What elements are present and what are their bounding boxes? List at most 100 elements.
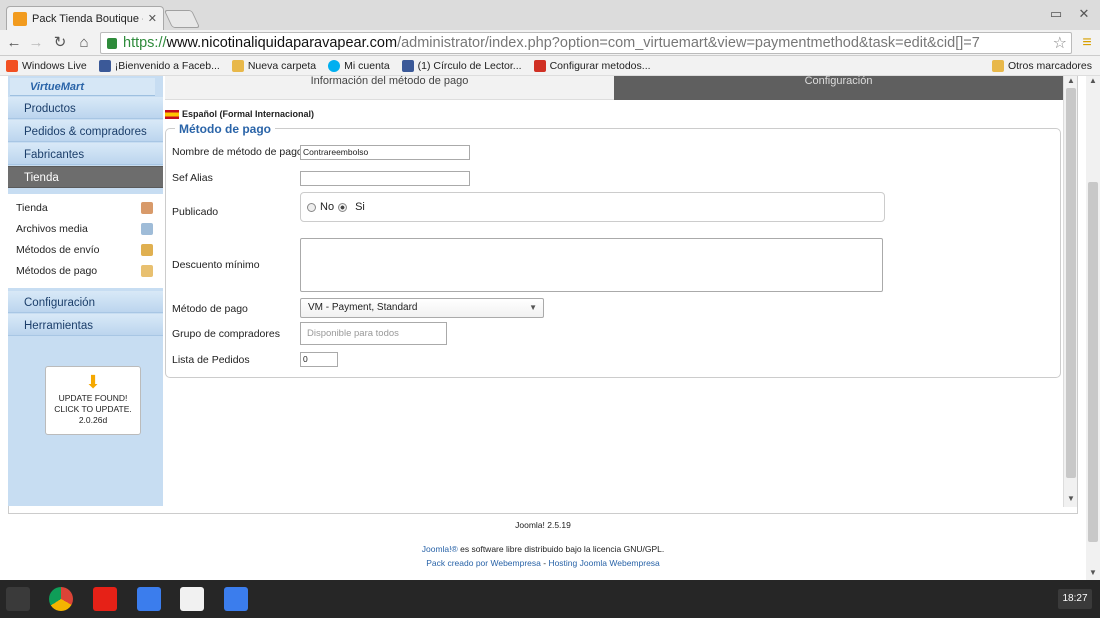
page-scrollbar[interactable]: ▲ ▼ [1086,76,1100,580]
facebook-icon [401,59,414,72]
submenu-item-media[interactable]: Archivos media [16,219,159,240]
url-path: /administrator/index.php?option=com_virt… [397,35,980,51]
forward-icon[interactable]: → [26,33,46,53]
method-select[interactable]: VM - Payment, Standard ▼ [300,298,544,318]
published-no-radio[interactable] [307,202,316,212]
joomla-version: Joomla! 2.5.19 [515,520,571,530]
alias-label: Sef Alias [172,172,213,184]
skype-icon [328,59,341,72]
store-icon [141,202,153,214]
new-tab-button[interactable] [163,10,201,28]
app-launcher-icon[interactable] [6,587,30,611]
tab-configuracion[interactable]: Configuración [614,76,1063,100]
config-tabs: Información del método de pago Configura… [165,76,1063,100]
alias-input[interactable] [300,171,470,186]
joomla-favicon-icon [13,11,27,26]
order-input[interactable]: 0 [300,352,338,367]
browser-tab[interactable]: Pack Tienda Boutique - Ad ✕ [6,6,164,30]
tienda-submenu: Tienda Archivos media Métodos de envío M… [8,194,163,288]
back-icon[interactable]: ← [4,33,24,53]
folder-icon [231,59,244,72]
scroll-up-icon[interactable]: ▲ [1064,76,1078,85]
bookmarks-bar: Windows Live ¡Bienvenido a Faceb... Nuev… [0,56,1100,76]
truck-icon [141,244,153,256]
order-label: Lista de Pedidos [172,354,250,366]
google-icon[interactable] [224,587,248,611]
payment-icon [141,265,153,277]
facebook-icon [98,59,111,72]
license-line: Joomla!® es software libre distribuido b… [421,544,665,554]
scrollbar-thumb[interactable] [1066,88,1076,478]
tab-title: Pack Tienda Boutique - Ad [32,12,143,25]
w-icon [533,59,546,72]
discount-textarea[interactable] [300,238,883,292]
url-host: www.nicotinaliquidaparavapear.com [166,35,398,51]
taskbar: 18:27 [0,580,1100,618]
page-scroll-up-icon[interactable]: ▲ [1086,76,1100,85]
discount-label: Descuento mínimo [172,259,260,271]
home-icon[interactable]: ⌂ [74,33,94,53]
bookmark-item[interactable]: ¡Bienvenido a Faceb... [93,59,226,72]
youtube-icon[interactable] [93,587,117,611]
joomla-link[interactable]: Joomla!® [422,544,458,554]
bookmark-item[interactable]: Configurar metodos... [528,59,657,72]
submenu-item-pago[interactable]: Métodos de pago [16,261,159,282]
method-label: Método de pago [172,303,248,315]
page-viewport: VirtueMart Productos Pedidos & comprador… [0,76,1100,580]
media-icon [141,223,153,235]
fieldset-legend: Método de pago [175,122,275,136]
other-bookmarks[interactable]: Otros marcadores [991,60,1092,72]
sidebar-item-tienda[interactable]: Tienda [8,166,163,188]
minimize-icon[interactable]: ▭ [1044,4,1068,24]
download-arrow-icon: ⬇ [85,372,101,392]
bookmark-item[interactable]: (1) Círculo de Lector... [396,59,528,72]
browser-toolbar: ← → ↻ ⌂ https://www.nicotinaliquidaparav… [0,30,1100,56]
bookmark-star-icon[interactable]: ☆ [1053,33,1067,53]
reload-icon[interactable]: ↻ [50,33,70,53]
spain-flag-icon [165,109,179,119]
group-label: Grupo de compradores [172,328,280,340]
address-bar[interactable]: https://www.nicotinaliquidaparavapear.co… [100,32,1072,54]
group-input[interactable]: Disponible para todos [300,322,447,345]
sidebar-item-fabricantes[interactable]: Fabricantes [8,143,163,165]
language-indicator: Español (Formal Internacional) [165,109,314,119]
url-scheme: https:// [123,35,167,51]
close-window-icon[interactable]: ✕ [1072,4,1096,24]
sidebar-item-pedidos[interactable]: Pedidos & compradores [8,120,163,142]
windows-icon [6,59,18,72]
close-tab-icon[interactable]: ✕ [148,12,157,25]
tab-informacion[interactable]: Información del método de pago [165,76,614,100]
docs-icon[interactable] [137,587,161,611]
published-radio-group: No Si [300,192,885,222]
name-input[interactable]: Contrareembolso [300,145,470,160]
page-scrollbar-thumb[interactable] [1088,182,1098,542]
submenu-item-envio[interactable]: Métodos de envío [16,240,159,261]
bookmark-item[interactable]: Windows Live [0,59,93,72]
gmail-icon[interactable] [180,587,204,611]
virtuemart-logo: VirtueMart [10,78,155,96]
credit-line: Pack creado por Webempresa - Hosting Joo… [426,558,660,568]
sidebar: VirtueMart Productos Pedidos & comprador… [8,76,163,506]
tab-strip: Pack Tienda Boutique - Ad ✕ ▭ ✕ [0,0,1100,30]
name-label: Nombre de método de pago [172,146,303,158]
inner-scrollbar[interactable]: ▲ ▼ [1063,76,1077,507]
update-button[interactable]: ⬇ UPDATE FOUND! CLICK TO UPDATE. 2.0.26d [45,366,141,435]
page-scroll-down-icon[interactable]: ▼ [1086,568,1100,577]
webempresa-link[interactable]: Pack creado por Webempresa [426,558,541,568]
bookmark-item[interactable]: Mi cuenta [322,59,396,72]
bookmark-item[interactable]: Nueva carpeta [226,59,322,72]
sidebar-item-herramientas[interactable]: Herramientas [8,314,163,336]
published-yes-radio[interactable] [338,202,348,212]
hamburger-menu-icon[interactable]: ≡ [1078,34,1096,52]
scroll-down-icon[interactable]: ▼ [1064,494,1078,503]
hosting-link[interactable]: Hosting Joomla Webempresa [548,558,659,568]
sidebar-item-configuracion[interactable]: Configuración [8,291,163,313]
lock-icon [107,37,117,49]
published-label: Publicado [172,206,219,218]
system-clock[interactable]: 18:27 [1058,589,1092,609]
folder-icon [991,60,1004,72]
dropdown-arrow-icon: ▼ [529,303,537,312]
chrome-icon[interactable] [49,587,73,611]
submenu-item-tienda[interactable]: Tienda [16,198,159,219]
sidebar-item-productos[interactable]: Productos [8,97,163,119]
